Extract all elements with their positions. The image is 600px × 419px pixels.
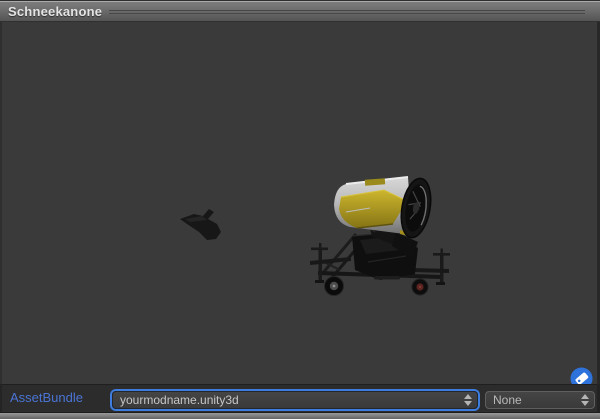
updown-arrows-icon [578, 394, 592, 406]
updown-arrows-icon [461, 394, 475, 406]
preview-titlebar[interactable]: Schneekanone [0, 0, 600, 22]
preview-title: Schneekanone [8, 4, 102, 19]
snow-cannon-model [160, 162, 460, 312]
assetbundle-footer-bar: AssetBundle yourmodname.unity3d None [0, 384, 600, 412]
window-bottom-frame [0, 412, 600, 419]
asset-preview-window: Schneekanone [0, 0, 600, 419]
cannon-barrel [334, 177, 412, 237]
drag-handle-lines [109, 8, 585, 16]
assetbundle-name-dropdown[interactable]: yourmodname.unity3d [112, 391, 478, 409]
preview-3d-viewport[interactable] [0, 22, 600, 384]
assetbundle-variant-value: None [486, 392, 578, 408]
assetbundle-label: AssetBundle [10, 390, 83, 405]
detached-part [180, 209, 221, 240]
assetbundle-name-value: yourmodname.unity3d [113, 392, 461, 408]
assetbundle-variant-dropdown[interactable]: None [485, 391, 595, 409]
